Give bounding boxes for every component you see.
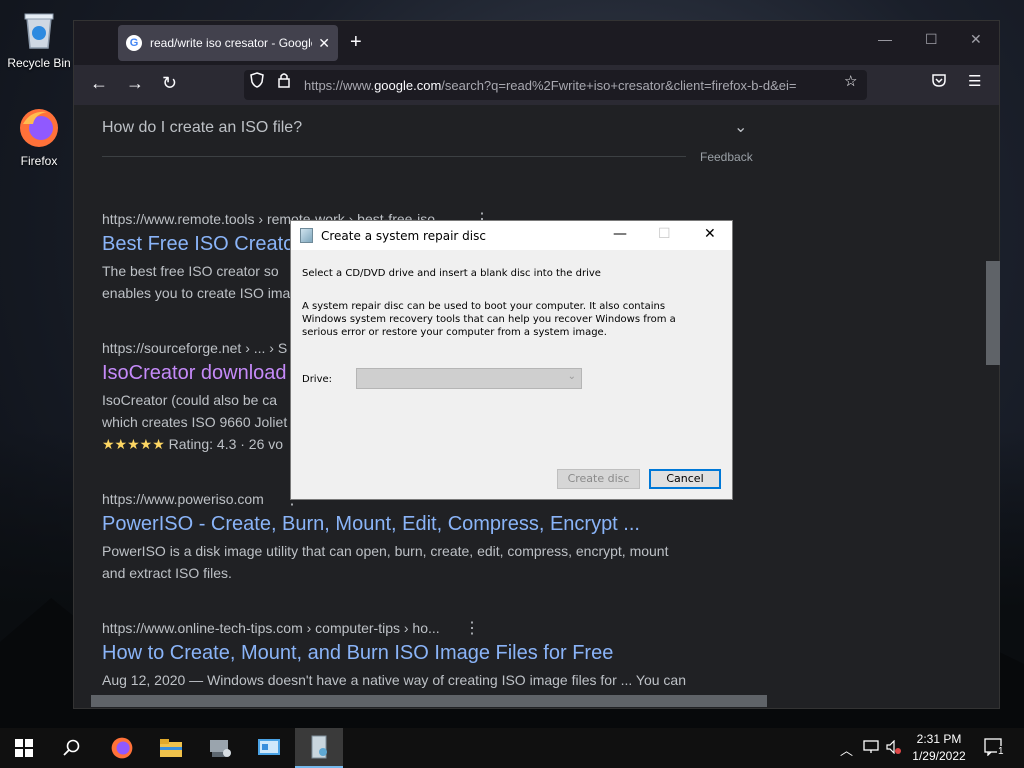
tab-google-search[interactable]: G read/write iso cresator - Google ✕ <box>118 25 338 61</box>
menu-hamburger-icon[interactable]: ☰ <box>968 72 981 90</box>
close-window-button[interactable]: ✕ <box>970 31 982 48</box>
volume-muted-icon[interactable] <box>886 739 902 757</box>
url-prefix: https://www. <box>304 77 375 93</box>
vertical-scrollbar[interactable] <box>982 105 1000 695</box>
feedback-link[interactable]: Feedback <box>700 150 753 164</box>
back-button[interactable]: ← <box>90 73 108 94</box>
pocket-icon[interactable] <box>931 72 947 92</box>
faq-question[interactable]: How do I create an ISO file? <box>102 119 302 137</box>
notifications-icon[interactable]: 1 <box>984 738 1005 759</box>
dialog-instruction: Select a CD/DVD drive and insert a blank… <box>302 268 601 279</box>
desktop-icon-recycle-bin[interactable]: Recycle Bin <box>3 8 75 70</box>
create-disc-button: Create disc <box>557 469 640 489</box>
reload-button[interactable]: ↻ <box>162 73 177 94</box>
result-snippet: Aug 12, 2020 — Windows doesn't have a na… <box>102 669 722 691</box>
clock-date: 1/29/2022 <box>912 749 966 763</box>
rating-stars-icon: ★★★★★ <box>102 436 165 452</box>
search-result: https://www.online-tech-tips.com › compu… <box>102 620 722 691</box>
result-url[interactable]: https://www.online-tech-tips.com › compu… <box>102 620 722 636</box>
divider <box>102 156 686 157</box>
close-tab-icon[interactable]: ✕ <box>318 35 330 52</box>
tracking-shield-icon[interactable] <box>250 72 264 92</box>
drive-select: ⌄ <box>356 368 582 389</box>
desktop-icon-label: Firefox <box>20 154 58 168</box>
desktop-icon-label: Recycle Bin <box>7 56 71 70</box>
recycle-bin-icon <box>17 8 61 52</box>
control-panel-icon <box>258 739 280 755</box>
rating-text: Rating: 4.3 · 26 vo <box>168 436 284 452</box>
computer-management-icon <box>210 740 231 757</box>
disc-drive-icon <box>300 228 313 243</box>
network-icon[interactable] <box>863 740 879 757</box>
folder-icon <box>160 739 182 757</box>
horizontal-scrollbar[interactable] <box>74 693 999 708</box>
firefox-icon <box>17 106 61 150</box>
drive-label: Drive: <box>302 374 333 385</box>
bookmark-star-icon[interactable]: ☆ <box>844 72 857 90</box>
notification-count: 1 <box>997 746 1005 757</box>
navigation-toolbar: ← → ↻ https://www. google.com/search?q=re… <box>74 65 999 105</box>
taskbar-repair-disc[interactable] <box>295 728 343 768</box>
result-snippet-line: and extract ISO files. <box>102 565 232 581</box>
taskbar-firefox[interactable] <box>98 728 146 768</box>
cancel-button[interactable]: Cancel <box>649 469 721 489</box>
new-tab-button[interactable]: + <box>350 31 362 54</box>
result-snippet: PowerISO is a disk image utility that ca… <box>102 540 722 584</box>
result-snippet-line: Aug 12, 2020 — Windows doesn't have a na… <box>102 672 687 688</box>
search-button[interactable] <box>48 728 96 768</box>
google-favicon-icon: G <box>126 35 142 51</box>
lock-icon[interactable] <box>278 72 290 92</box>
tab-title: read/write iso cresator - Google <box>150 36 313 50</box>
minimize-button[interactable]: — <box>878 31 892 47</box>
maximize-button[interactable]: ☐ <box>925 31 938 48</box>
close-button[interactable]: ✕ <box>704 226 716 242</box>
disc-drive-icon <box>311 735 327 759</box>
result-title[interactable]: PowerISO - Create, Burn, Mount, Edit, Co… <box>102 513 722 536</box>
dialog-description: A system repair disc can be used to boot… <box>302 301 676 338</box>
chevron-down-icon: ⌄ <box>567 371 576 382</box>
title-bar: G read/write iso cresator - Google ✕ + —… <box>74 21 999 65</box>
url-bar[interactable]: https://www. google.com/search?q=read%2Fw… <box>244 70 867 100</box>
chevron-down-icon[interactable]: ⌄ <box>734 117 747 137</box>
url-domain: google.com <box>374 77 442 93</box>
minimize-button[interactable]: — <box>613 226 627 242</box>
show-hidden-icons-chevron-icon[interactable]: ︿ <box>840 740 853 759</box>
more-options-icon[interactable]: ⋮ <box>464 618 480 638</box>
taskbar: ︿ 2:31 PM 1/29/2022 1 <box>0 728 1024 768</box>
firefox-icon <box>111 737 133 759</box>
taskbar-control-panel[interactable] <box>245 728 293 768</box>
scrollbar-thumb[interactable] <box>91 695 767 707</box>
forward-button[interactable]: → <box>126 73 144 94</box>
dialog-title: Create a system repair disc <box>321 228 486 243</box>
url-path: /search?q=read%2Fwrite+iso+cresator&clie… <box>441 77 797 93</box>
result-snippet-line: PowerISO is a disk image utility that ca… <box>102 543 669 559</box>
scrollbar-thumb[interactable] <box>986 261 1000 365</box>
start-button[interactable] <box>0 728 48 768</box>
search-icon <box>63 739 80 756</box>
desktop-icon-firefox[interactable]: Firefox <box>3 106 75 168</box>
clock-time: 2:31 PM <box>916 732 962 746</box>
search-result: https://www.poweriso.com PowerISO - Crea… <box>102 491 722 584</box>
result-title[interactable]: How to Create, Mount, and Burn ISO Image… <box>102 642 722 665</box>
maximize-button: ☐ <box>658 226 671 242</box>
system-clock[interactable]: 2:31 PM 1/29/2022 <box>906 731 972 765</box>
windows-logo-icon <box>15 739 33 757</box>
taskbar-device-manager[interactable] <box>196 728 244 768</box>
system-repair-disc-dialog: Create a system repair disc — ☐ ✕ Select… <box>290 220 733 500</box>
taskbar-file-explorer[interactable] <box>147 728 195 768</box>
